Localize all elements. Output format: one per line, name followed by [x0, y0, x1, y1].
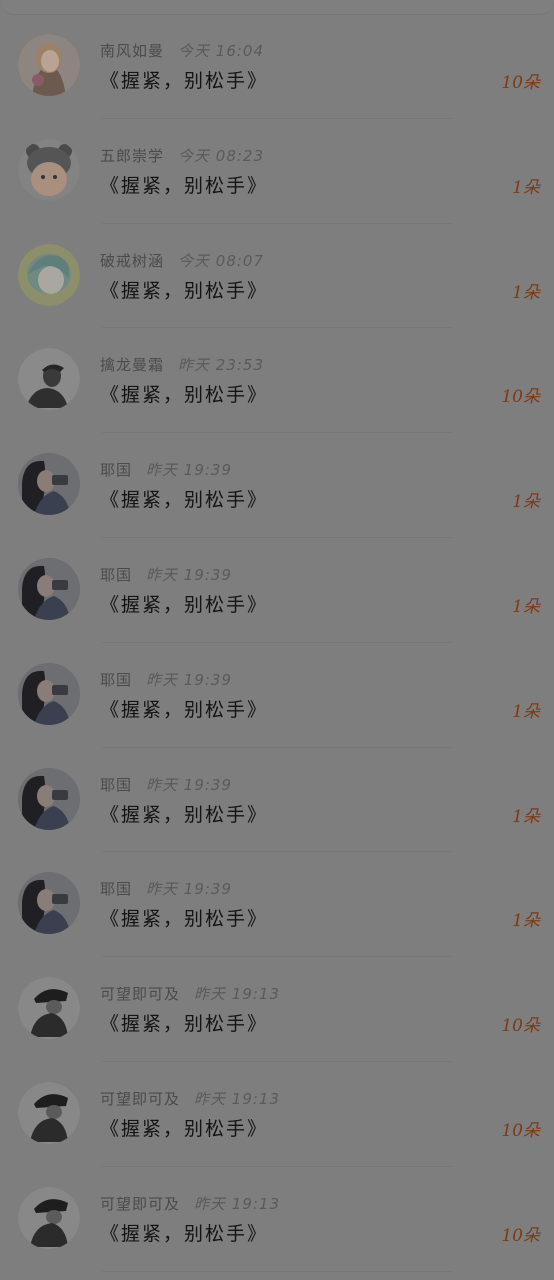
avatar[interactable]: [18, 872, 80, 935]
timestamp: 今天 08:23: [178, 146, 265, 165]
avatar[interactable]: [18, 662, 80, 725]
avatar[interactable]: [18, 138, 80, 201]
list-item[interactable]: 南风如曼 今天 16:04 《握紧，别松手》 10朵: [0, 14, 554, 119]
timestamp: 昨天 19:13: [194, 985, 281, 1004]
timestamp: 昨天 19:13: [194, 1089, 281, 1108]
timestamp: 昨天 19:39: [146, 670, 233, 689]
flower-count: 1朵: [512, 282, 540, 303]
flower-count: 10朵: [501, 73, 540, 93]
timestamp: 昨天 19:39: [146, 880, 233, 899]
work-title[interactable]: 《握紧，别松手》: [100, 1219, 268, 1246]
list-item[interactable]: 可望即可及 昨天 19:13 《握紧，别松手》 10朵: [0, 1167, 554, 1272]
user-name[interactable]: 耶国: [100, 566, 132, 584]
user-name[interactable]: 耶国: [100, 671, 132, 689]
avatar[interactable]: [18, 557, 80, 620]
timestamp: 今天 08:07: [178, 251, 265, 270]
top-card-edge: [0, 0, 554, 15]
gift-record-list-page: 南风如曼 今天 16:04 《握紧，别松手》 10朵 五郎崇学 今天 08:23 《…: [0, 0, 554, 1280]
flower-count: 1朵: [512, 911, 540, 932]
list-item[interactable]: 擒龙曼霜 昨天 23:53 《握紧，别松手》 10朵: [0, 328, 554, 433]
work-title[interactable]: 《握紧，别松手》: [100, 1114, 268, 1141]
list-item[interactable]: 破戒树涵 今天 08:07 《握紧，别松手》 1朵: [0, 224, 554, 329]
timestamp: 昨天 19:39: [146, 565, 233, 584]
user-name[interactable]: 南风如曼: [100, 42, 164, 60]
avatar[interactable]: [18, 453, 80, 516]
work-title[interactable]: 《握紧，别松手》: [100, 590, 268, 617]
flower-count: 10朵: [501, 1016, 540, 1037]
work-title[interactable]: 《握紧，别松手》: [100, 276, 268, 303]
timestamp: 昨天 23:53: [178, 356, 265, 375]
timestamp: 今天 16:04: [178, 42, 265, 60]
work-title[interactable]: 《握紧，别松手》: [100, 1009, 268, 1036]
user-name[interactable]: 擒龙曼霜: [100, 356, 164, 374]
avatar[interactable]: [18, 767, 80, 830]
timestamp: 昨天 19:39: [146, 461, 233, 480]
gift-record-list: 南风如曼 今天 16:04 《握紧，别松手》 10朵 五郎崇学 今天 08:23 《…: [0, 14, 554, 1272]
avatar[interactable]: [18, 243, 80, 306]
work-title[interactable]: 《握紧，别松手》: [100, 800, 268, 827]
user-name[interactable]: 可望即可及: [100, 1090, 180, 1108]
flower-count: 1朵: [512, 806, 540, 827]
list-item[interactable]: 耶国 昨天 19:39 《握紧，别松手》 1朵: [0, 643, 554, 748]
user-name[interactable]: 耶国: [100, 880, 132, 898]
work-title[interactable]: 《握紧，别松手》: [100, 380, 268, 407]
list-item[interactable]: 五郎崇学 今天 08:23 《握紧，别松手》 1朵: [0, 119, 554, 224]
work-title[interactable]: 《握紧，别松手》: [100, 695, 268, 722]
timestamp: 昨天 19:39: [146, 775, 233, 794]
user-name[interactable]: 破戒树涵: [100, 252, 164, 270]
timestamp: 昨天 19:13: [194, 1194, 281, 1213]
flower-count: 1朵: [512, 701, 540, 722]
avatar[interactable]: [18, 1081, 80, 1144]
flower-count: 10朵: [501, 387, 540, 408]
avatar[interactable]: [18, 977, 80, 1040]
list-item[interactable]: 耶国 昨天 19:39 《握紧，别松手》 1朵: [0, 748, 554, 853]
flower-count: 1朵: [512, 177, 540, 198]
work-title[interactable]: 《握紧，别松手》: [100, 485, 268, 512]
list-item[interactable]: 可望即可及 昨天 19:13 《握紧，别松手》 10朵: [0, 957, 554, 1062]
flower-count: 1朵: [512, 596, 540, 617]
user-name[interactable]: 五郎崇学: [100, 147, 164, 165]
user-name[interactable]: 耶国: [100, 776, 132, 794]
flower-count: 1朵: [512, 492, 540, 513]
flower-count: 10朵: [501, 1225, 540, 1246]
list-item[interactable]: 耶国 昨天 19:39 《握紧，别松手》 1朵: [0, 852, 554, 957]
work-title[interactable]: 《握紧，别松手》: [100, 904, 268, 931]
user-name[interactable]: 耶国: [100, 461, 132, 479]
work-title[interactable]: 《握紧，别松手》: [100, 171, 268, 198]
flower-count: 10朵: [501, 1120, 540, 1141]
avatar[interactable]: [18, 348, 80, 411]
user-name[interactable]: 可望即可及: [100, 985, 180, 1003]
list-item[interactable]: 耶国 昨天 19:39 《握紧，别松手》 1朵: [0, 538, 554, 643]
user-name[interactable]: 可望即可及: [100, 1195, 180, 1213]
avatar[interactable]: [18, 34, 80, 96]
list-item[interactable]: 可望即可及 昨天 19:13 《握紧，别松手》 10朵: [0, 1062, 554, 1167]
avatar[interactable]: [18, 1186, 80, 1249]
list-item[interactable]: 耶国 昨天 19:39 《握紧，别松手》 1朵: [0, 433, 554, 538]
work-title[interactable]: 《握紧，别松手》: [100, 66, 268, 93]
